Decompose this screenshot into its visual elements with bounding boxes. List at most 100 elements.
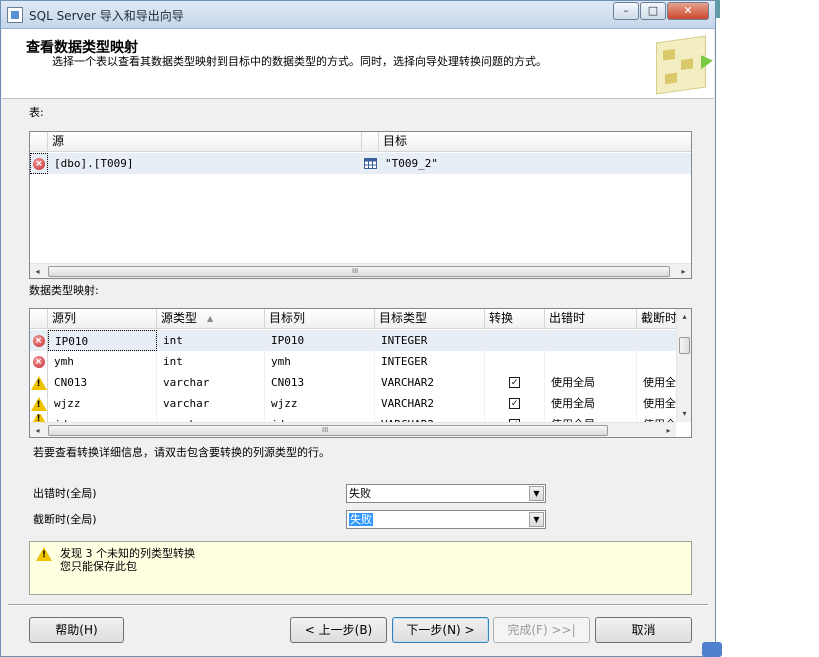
target-col-cell[interactable]: CN013 xyxy=(265,372,375,393)
on-error-cell[interactable]: 使用全局 xyxy=(545,414,637,422)
mapping-hint: 若要查看转换详细信息，请双击包含要转换的列源类型的行。 xyxy=(33,446,330,459)
desktop-edge xyxy=(716,0,720,18)
row-header-corner xyxy=(362,132,379,152)
source-col-cell[interactable]: CN013 xyxy=(48,372,157,393)
mapping-grid[interactable]: 源列 源类型 ▲ 目标列 目标类型 转换 出错时 截断时 × IP010 int… xyxy=(29,308,692,438)
column-header-on-truncate[interactable]: 截断时 xyxy=(637,309,678,329)
mapping-row[interactable]: ! CN013 varchar CN013 VARCHAR2 ✓ 使用全局 使用… xyxy=(30,372,678,393)
on-truncate-cell[interactable]: 使用全 xyxy=(637,393,678,414)
scroll-thumb[interactable] xyxy=(679,337,690,354)
scroll-right-arrow-icon[interactable]: ▸ xyxy=(676,264,691,278)
chevron-down-icon[interactable]: ▼ xyxy=(529,486,544,501)
on-truncate-global-value: 失败 xyxy=(349,513,373,526)
maximize-button[interactable]: □ xyxy=(640,2,666,20)
target-col-cell[interactable]: wjzz xyxy=(265,393,375,414)
tables-grid[interactable]: 源 目标 × [dbo].[T009] "T009_2" ◂ III ▸ xyxy=(29,131,692,279)
warning-icon: ! xyxy=(30,375,47,390)
convert-checkbox[interactable]: ✓ xyxy=(509,377,520,388)
on-error-cell[interactable] xyxy=(545,330,637,351)
wizard-banner-icon xyxy=(656,35,713,95)
table-target-cell[interactable]: "T009_2" xyxy=(379,153,691,174)
convert-cell[interactable]: ✓ xyxy=(485,414,545,422)
scroll-right-arrow-icon[interactable]: ▸ xyxy=(661,423,676,437)
convert-cell xyxy=(485,351,545,372)
on-error-cell[interactable]: 使用全局 xyxy=(545,393,637,414)
column-header-target-col[interactable]: 目标列 xyxy=(265,309,375,329)
message-box: ! 发现 3 个未知的列类型转换 您只能保存此包 xyxy=(29,541,692,595)
on-truncate-global-select[interactable]: 失败 ▼ xyxy=(346,510,546,529)
next-button[interactable]: 下一步(N) > xyxy=(392,617,489,643)
scroll-thumb[interactable] xyxy=(48,266,670,277)
column-header-convert[interactable]: 转换 xyxy=(485,309,545,329)
target-col-cell[interactable]: IP010 xyxy=(265,330,375,351)
warning-icon: ! xyxy=(36,547,52,561)
target-col-cell[interactable]: jd xyxy=(265,414,375,422)
on-error-cell[interactable] xyxy=(545,351,637,372)
column-header-target[interactable]: 目标 xyxy=(379,132,691,152)
table-row[interactable]: × [dbo].[T009] "T009_2" xyxy=(30,153,691,174)
source-type-cell[interactable]: varchar xyxy=(157,393,265,414)
mapping-row[interactable]: × ymh int ymh INTEGER xyxy=(30,351,678,372)
on-error-global-select[interactable]: 失败 ▼ xyxy=(346,484,546,503)
on-error-global-label: 出错时(全局) xyxy=(33,487,97,500)
source-col-cell[interactable]: jd xyxy=(48,414,157,422)
page-subtitle: 选择一个表以查看其数据类型映射到目标中的数据类型的方式。同时，选择向导处理转换问… xyxy=(52,55,547,68)
app-icon xyxy=(7,7,23,23)
target-type-cell[interactable]: VARCHAR2 xyxy=(375,414,485,422)
message-line-2: 您只能保存此包 xyxy=(60,560,137,573)
on-truncate-cell[interactable]: 使用全 xyxy=(637,414,678,422)
target-type-cell[interactable]: VARCHAR2 xyxy=(375,372,485,393)
finish-button: 完成(F) >>| xyxy=(493,617,590,643)
help-button[interactable]: 帮助(H) xyxy=(29,617,124,643)
tray-icon[interactable] xyxy=(702,642,722,657)
wizard-window: SQL Server 导入和导出向导 – □ ✕ 查看数据类型映射 选择一个表以… xyxy=(0,0,716,657)
mapping-row[interactable]: ! wjzz varchar wjzz VARCHAR2 ✓ 使用全局 使用全 xyxy=(30,393,678,414)
source-col-cell[interactable]: IP010 xyxy=(48,330,157,351)
convert-checkbox[interactable]: ✓ xyxy=(509,398,520,409)
on-truncate-cell[interactable]: 使用全 xyxy=(637,372,678,393)
on-error-cell[interactable]: 使用全局 xyxy=(545,372,637,393)
target-type-cell[interactable]: VARCHAR2 xyxy=(375,393,485,414)
source-type-cell[interactable]: int xyxy=(157,351,265,372)
source-col-cell[interactable]: ymh xyxy=(48,351,157,372)
target-col-cell[interactable]: ymh xyxy=(265,351,375,372)
chevron-down-icon[interactable]: ▼ xyxy=(529,512,544,527)
source-type-cell[interactable]: int xyxy=(157,330,265,351)
close-button[interactable]: ✕ xyxy=(667,2,709,20)
row-status: ! xyxy=(30,372,48,393)
scroll-down-arrow-icon[interactable]: ▾ xyxy=(677,406,691,421)
on-truncate-cell[interactable] xyxy=(637,351,678,372)
target-type-cell[interactable]: INTEGER xyxy=(375,330,485,351)
error-icon: × xyxy=(33,157,45,170)
source-type-cell[interactable]: varchar xyxy=(157,372,265,393)
desktop-background xyxy=(702,0,819,657)
on-error-global-value: 失败 xyxy=(349,487,371,500)
sort-ascending-icon: ▲ xyxy=(207,314,214,323)
mapping-row[interactable]: × IP010 int IP010 INTEGER xyxy=(30,330,678,351)
title-bar[interactable]: SQL Server 导入和导出向导 – □ ✕ xyxy=(1,1,715,29)
mapping-vertical-scrollbar[interactable]: ▴ ▾ xyxy=(676,309,691,422)
column-header-source-type[interactable]: 源类型 ▲ xyxy=(157,309,265,329)
convert-cell xyxy=(485,330,545,351)
mapping-horizontal-scrollbar[interactable]: ◂ III ▸ xyxy=(30,422,676,437)
on-truncate-cell[interactable] xyxy=(637,330,678,351)
source-type-cell[interactable]: varchar xyxy=(157,414,265,422)
column-header-source[interactable]: 源 xyxy=(48,132,362,152)
divider xyxy=(8,604,708,606)
target-type-cell[interactable]: INTEGER xyxy=(375,351,485,372)
column-header-on-error[interactable]: 出错时 xyxy=(545,309,637,329)
scroll-up-arrow-icon[interactable]: ▴ xyxy=(677,309,691,324)
column-header-source-col[interactable]: 源列 xyxy=(48,309,157,329)
scroll-left-arrow-icon[interactable]: ◂ xyxy=(30,423,45,437)
back-button[interactable]: < 上一步(B) xyxy=(290,617,387,643)
column-header-target-type[interactable]: 目标类型 xyxy=(375,309,485,329)
scroll-left-arrow-icon[interactable]: ◂ xyxy=(30,264,45,278)
convert-cell[interactable]: ✓ xyxy=(485,393,545,414)
tables-horizontal-scrollbar[interactable]: ◂ III ▸ xyxy=(30,263,691,278)
table-source-cell[interactable]: [dbo].[T009] xyxy=(48,153,362,174)
minimize-button[interactable]: – xyxy=(613,2,639,20)
source-col-cell[interactable]: wjzz xyxy=(48,393,157,414)
convert-cell[interactable]: ✓ xyxy=(485,372,545,393)
cancel-button[interactable]: 取消 xyxy=(595,617,692,643)
mapping-row[interactable]: ! jd varchar jd VARCHAR2 ✓ 使用全局 使用全 xyxy=(30,414,678,422)
